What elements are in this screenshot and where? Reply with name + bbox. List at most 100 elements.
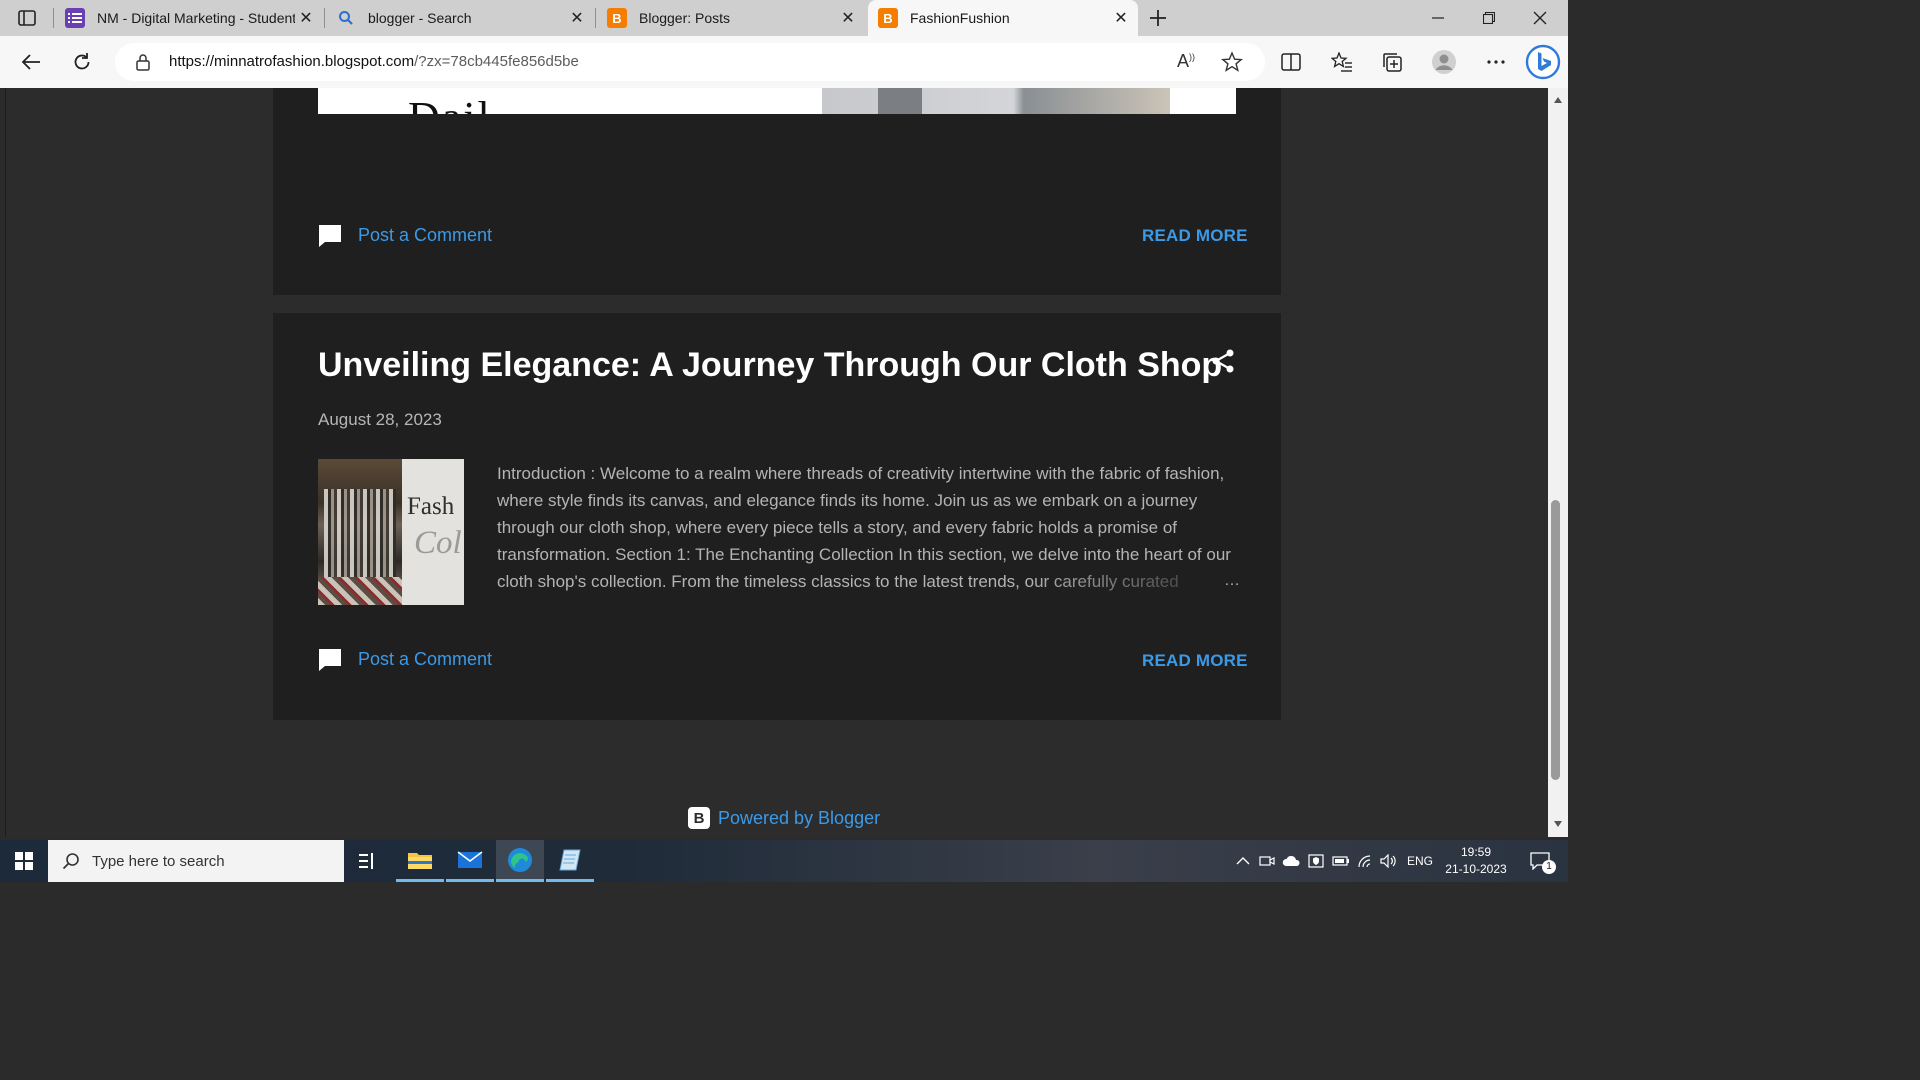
read-more-link[interactable]: READ MORE <box>1142 651 1248 671</box>
snippet-ellipsis[interactable]: … <box>1224 572 1240 590</box>
scroll-down-icon[interactable] <box>1553 820 1563 828</box>
taskbar-search-box[interactable]: Type here to search <box>48 840 344 882</box>
start-button[interactable] <box>0 840 48 882</box>
blogger-logo-icon: B <box>688 807 710 829</box>
tab-strip: NM - Digital Marketing - Student ✕ blogg… <box>0 0 1568 36</box>
more-dots-icon <box>1487 60 1505 64</box>
edge-browser-button[interactable] <box>496 840 544 882</box>
new-tab-button[interactable] <box>1145 5 1171 31</box>
settings-more-button[interactable] <box>1480 46 1512 78</box>
volume-tray-icon[interactable] <box>1378 840 1400 882</box>
blogger-icon: B <box>607 8 627 28</box>
restore-button[interactable] <box>1464 0 1514 36</box>
comment-icon <box>318 648 342 671</box>
bing-icon <box>1525 44 1561 80</box>
notification-center-button[interactable]: 1 <box>1520 840 1560 882</box>
previous-post-image[interactable]: Dail <box>318 88 1236 114</box>
read-aloud-icon[interactable]: A)) <box>1177 51 1195 72</box>
bing-copilot-button[interactable] <box>1525 44 1561 80</box>
page-viewport: Dail Post a Comment READ MORE Unveiling … <box>5 88 1548 837</box>
comment-icon <box>318 224 342 247</box>
back-button[interactable] <box>15 46 47 78</box>
tab-close-icon[interactable]: ✕ <box>837 7 859 29</box>
wifi-icon <box>1358 855 1371 868</box>
tab-separator <box>324 8 325 28</box>
restore-icon <box>1483 12 1495 24</box>
tab-title: NM - Digital Marketing - Student <box>97 10 295 26</box>
tab-close-icon[interactable]: ✕ <box>295 7 317 29</box>
split-screen-button[interactable] <box>1275 46 1307 78</box>
back-arrow-icon <box>21 54 40 70</box>
network-tray-icon[interactable] <box>1354 840 1378 882</box>
language-label: ENG <box>1406 854 1433 868</box>
favorite-star-icon[interactable] <box>1220 51 1244 78</box>
folder-icon <box>408 852 432 869</box>
post-a-comment-link[interactable]: Post a Comment <box>318 224 493 247</box>
close-window-button[interactable] <box>1515 0 1565 36</box>
favorites-icon <box>1331 52 1352 72</box>
url-query: /?zx=78cb445fe856d5be <box>414 53 579 70</box>
notepad-app-button[interactable] <box>546 840 594 882</box>
taskbar-clock[interactable]: 19:59 21-10-2023 <box>1438 844 1514 878</box>
mail-icon <box>457 850 483 868</box>
chevron-up-icon <box>1236 857 1250 865</box>
powered-by-label: Powered by Blogger <box>718 807 881 828</box>
windows-logo-icon <box>15 852 33 870</box>
url-text[interactable]: https://minnatrofashion.blogspot.com/?zx… <box>169 53 579 70</box>
taskbar-search-placeholder: Type here to search <box>92 852 225 870</box>
battery-tray-icon[interactable] <box>1330 840 1352 882</box>
tab-blogger-search[interactable]: blogger - Search ✕ <box>326 0 594 36</box>
defender-icon <box>1308 854 1324 868</box>
show-hidden-icons-button[interactable] <box>1232 840 1254 882</box>
minimize-icon <box>1432 17 1444 19</box>
previous-post-photo-shade <box>878 88 922 114</box>
tab-nm-digital-marketing[interactable]: NM - Digital Marketing - Student ✕ <box>55 0 323 36</box>
mail-button[interactable] <box>446 840 494 882</box>
onedrive-tray-icon[interactable] <box>1280 840 1304 882</box>
share-icon[interactable] <box>1210 348 1236 374</box>
post-a-comment-label: Post a Comment <box>358 224 493 245</box>
favorites-button[interactable] <box>1326 46 1358 78</box>
tab-separator <box>53 8 54 28</box>
notepad-icon <box>559 849 581 870</box>
tab-close-icon[interactable]: ✕ <box>566 7 588 29</box>
tab-close-icon[interactable]: ✕ <box>1110 7 1132 29</box>
file-explorer-button[interactable] <box>396 840 444 882</box>
post-a-comment-link[interactable]: Post a Comment <box>318 648 492 671</box>
speaker-icon <box>1380 854 1396 868</box>
task-view-icon <box>359 853 373 869</box>
collections-button[interactable] <box>1376 46 1408 78</box>
address-bar[interactable]: https://minnatrofashion.blogspot.com/?zx… <box>115 43 1265 81</box>
thumbnail-script-text: Col <box>414 525 462 561</box>
edge-icon <box>508 847 532 872</box>
profile-button[interactable] <box>1428 46 1460 78</box>
read-more-link[interactable]: READ MORE <box>1142 226 1248 246</box>
forms-icon <box>65 8 85 28</box>
scrollbar-thumb[interactable] <box>1551 500 1560 780</box>
battery-icon <box>1332 856 1349 866</box>
input-language-indicator[interactable]: ENG <box>1402 840 1438 882</box>
tab-actions-icon <box>18 10 36 26</box>
tab-actions-menu-button[interactable] <box>10 5 44 31</box>
meet-now-tray-icon[interactable] <box>1256 840 1278 882</box>
tab-title: blogger - Search <box>368 10 472 26</box>
tab-fashionfushion[interactable]: B FashionFushion ✕ <box>868 0 1138 36</box>
post-title[interactable]: Unveiling Elegance: A Journey Through Ou… <box>318 346 1222 385</box>
camera-icon <box>1259 856 1275 866</box>
post-thumbnail[interactable]: Fash Col <box>318 459 464 605</box>
windows-taskbar: Type here to search ENG 19:59 21-10-2023 <box>0 840 1568 882</box>
thumbnail-text: Fash <box>407 493 455 520</box>
collections-icon <box>1383 53 1402 72</box>
profile-avatar-icon <box>1432 50 1456 74</box>
refresh-button[interactable] <box>66 46 98 78</box>
minimize-button[interactable] <box>1413 0 1463 36</box>
powered-by-blogger-link[interactable]: B Powered by Blogger <box>688 807 880 829</box>
tab-blogger-posts[interactable]: B Blogger: Posts ✕ <box>597 0 865 36</box>
blogger-icon: B <box>878 8 898 28</box>
previous-post-card: Dail Post a Comment READ MORE <box>273 88 1281 295</box>
task-view-button[interactable] <box>344 840 392 882</box>
tab-title: Blogger: Posts <box>639 10 731 26</box>
lock-icon[interactable] <box>135 53 151 76</box>
security-tray-icon[interactable] <box>1305 840 1327 882</box>
scroll-up-icon[interactable] <box>1553 96 1563 104</box>
